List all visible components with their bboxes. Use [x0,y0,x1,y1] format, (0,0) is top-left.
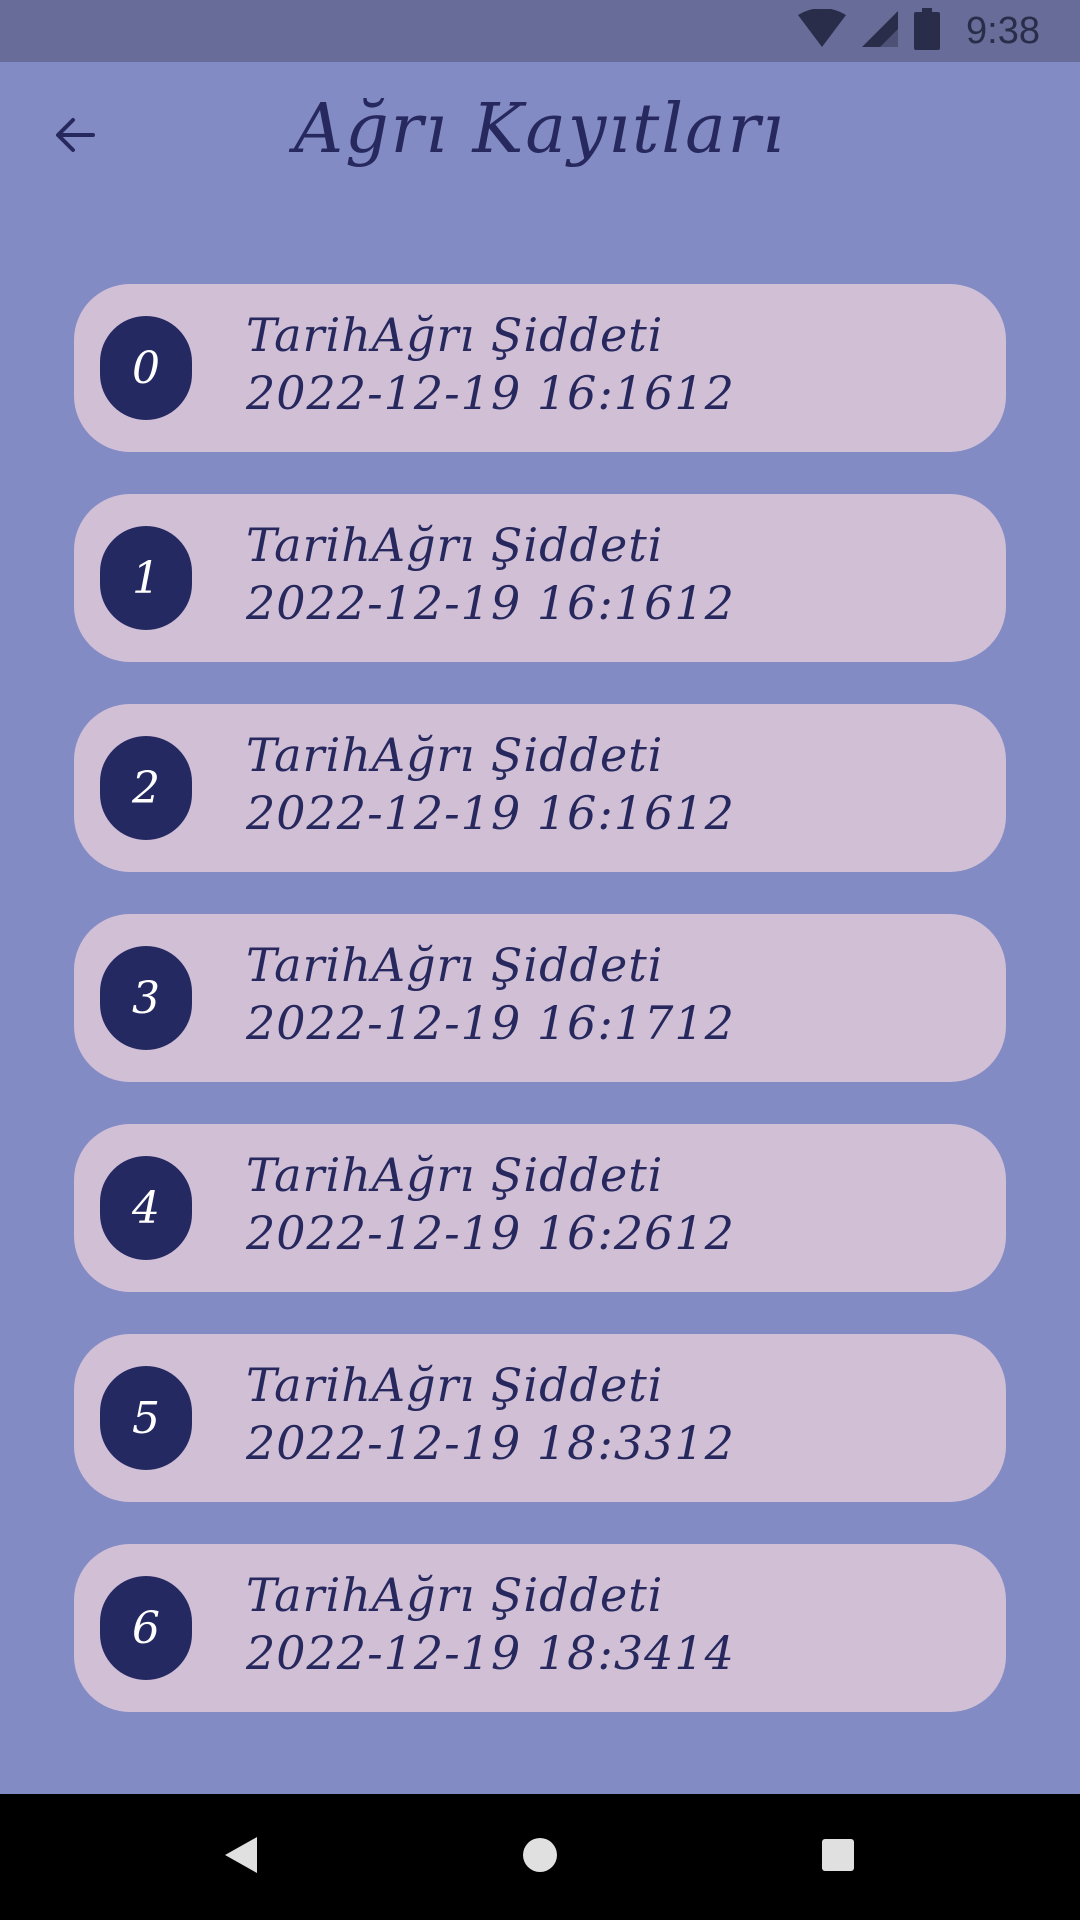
record-index-badge: 0 [100,316,192,420]
nav-back-button[interactable] [206,1822,276,1892]
record-label: TarihAğrı Şiddeti [246,728,664,782]
record-label: TarihAğrı Şiddeti [246,1568,664,1622]
status-bar: 9:38 [0,0,1080,62]
record-index-badge: 6 [100,1576,192,1680]
record-text: TarihAğrı Şiddeti 2022-12-19 16:2612 [246,1146,735,1262]
nav-back-icon [223,1835,259,1879]
status-icons: 9:38 [798,8,1040,54]
record-value: 2022-12-19 16:1612 [246,786,735,840]
record-label: TarihAğrı Şiddeti [246,1358,664,1412]
record-value: 2022-12-19 16:1612 [246,366,735,420]
record-value: 2022-12-19 18:3414 [246,1626,735,1680]
nav-recents-button[interactable] [803,1822,873,1892]
record-value: 2022-12-19 18:3312 [246,1416,735,1470]
record-text: TarihAğrı Şiddeti 2022-12-19 18:3414 [246,1566,735,1682]
record-card[interactable]: 2 TarihAğrı Şiddeti 2022-12-19 16:1612 [74,704,1006,872]
record-card[interactable]: 5 TarihAğrı Şiddeti 2022-12-19 18:3312 [74,1334,1006,1502]
record-card[interactable]: 0 TarihAğrı Şiddeti 2022-12-19 16:1612 [74,284,1006,452]
nav-home-button[interactable] [505,1822,575,1892]
nav-recents-icon [821,1838,855,1876]
record-text: TarihAğrı Şiddeti 2022-12-19 16:1612 [246,306,735,422]
record-index-badge: 3 [100,946,192,1050]
wifi-icon [798,8,847,53]
record-card[interactable]: 6 TarihAğrı Şiddeti 2022-12-19 18:3414 [74,1544,1006,1712]
record-index-badge: 4 [100,1156,192,1260]
navigation-bar [0,1794,1080,1920]
record-card[interactable]: 3 TarihAğrı Şiddeti 2022-12-19 16:1712 [74,914,1006,1082]
record-text: TarihAğrı Şiddeti 2022-12-19 16:1612 [246,516,735,632]
record-label: TarihAğrı Şiddeti [246,938,664,992]
record-label: TarihAğrı Şiddeti [246,308,664,362]
app-bar: Ağrı Kayıtları [0,62,1080,212]
cellular-signal-icon [860,9,900,53]
battery-icon [914,8,941,54]
records-list: 0 TarihAğrı Şiddeti 2022-12-19 16:1612 1… [74,284,1006,1754]
record-label: TarihAğrı Şiddeti [246,518,664,572]
record-card[interactable]: 1 TarihAğrı Şiddeti 2022-12-19 16:1612 [74,494,1006,662]
status-time: 9:38 [966,9,1040,52]
record-value: 2022-12-19 16:2612 [246,1206,735,1260]
record-label: TarihAğrı Şiddeti [246,1148,664,1202]
nav-home-icon [521,1836,559,1878]
record-text: TarihAğrı Şiddeti 2022-12-19 16:1712 [246,936,735,1052]
record-index-badge: 5 [100,1366,192,1470]
record-text: TarihAğrı Şiddeti 2022-12-19 18:3312 [246,1356,735,1472]
record-text: TarihAğrı Şiddeti 2022-12-19 16:1612 [246,726,735,842]
record-card[interactable]: 4 TarihAğrı Şiddeti 2022-12-19 16:2612 [74,1124,1006,1292]
record-value: 2022-12-19 16:1712 [246,996,735,1050]
page-title: Ağrı Kayıtları [294,90,786,169]
record-index-badge: 1 [100,526,192,630]
record-index-badge: 2 [100,736,192,840]
record-value: 2022-12-19 16:1612 [246,576,735,630]
